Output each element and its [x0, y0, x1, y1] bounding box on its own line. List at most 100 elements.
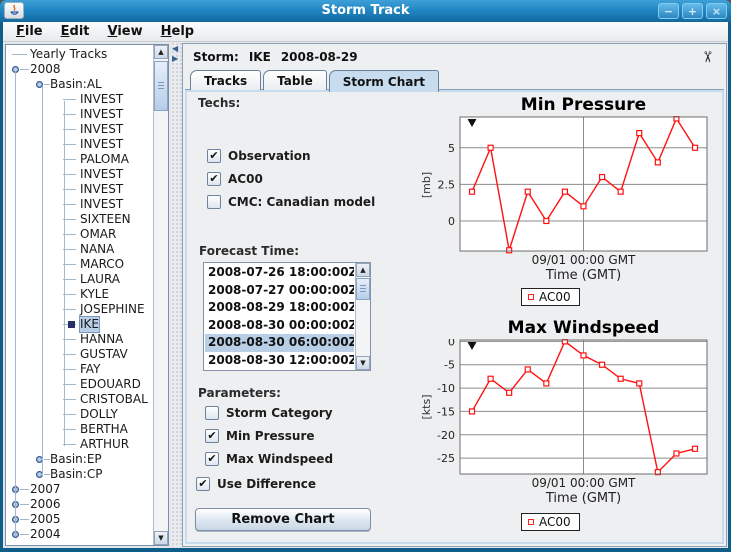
- tree-item-label: GUSTAV: [80, 347, 128, 362]
- tree-item-paloma[interactable]: PALOMA: [6, 152, 152, 167]
- tree-item-gustav[interactable]: GUSTAV: [6, 347, 152, 362]
- checkbox-checked-icon[interactable]: ✔: [207, 149, 221, 163]
- tree-guide-line: [64, 101, 65, 446]
- tree-item-ike[interactable]: IKE: [6, 317, 152, 332]
- menu-bar: FileEditViewHelp: [3, 22, 728, 42]
- checkbox-checked-icon[interactable]: ✔: [205, 429, 219, 443]
- close-button[interactable]: ×: [706, 3, 727, 19]
- tree-item-invest[interactable]: INVEST: [6, 137, 152, 152]
- tree-item-fay[interactable]: FAY: [6, 362, 152, 377]
- tree-item-basin-ep[interactable]: Basin:EP: [6, 452, 152, 467]
- tree-item-dolly[interactable]: DOLLY: [6, 407, 152, 422]
- checkbox-label: Observation: [228, 149, 311, 163]
- tree-item-sixteen[interactable]: SIXTEEN: [6, 212, 152, 227]
- tree-item-label: BERTHA: [80, 422, 128, 437]
- forecast-time-item[interactable]: 2008-07-26 18:00:00Z: [205, 264, 354, 282]
- scroll-up-icon[interactable]: ▲: [154, 45, 168, 59]
- menu-help[interactable]: Help: [152, 24, 203, 39]
- tree-item-marco[interactable]: MARCO: [6, 257, 152, 272]
- tree-item-kyle[interactable]: KYLE: [6, 287, 152, 302]
- chart2-xlabel: Time (GMT): [460, 491, 707, 506]
- tree-item-basin-cp[interactable]: Basin:CP: [6, 467, 152, 482]
- forecast-time-item[interactable]: 2008-08-30 06:00:00Z: [205, 334, 354, 352]
- tree-item-basin-al[interactable]: Basin:AL: [6, 77, 152, 92]
- storm-date: 2008-08-29: [281, 50, 358, 64]
- forecast-time-item[interactable]: 2008-08-30 12:00:00Z: [205, 352, 354, 369]
- checkbox-checked-icon[interactable]: ✔: [207, 172, 221, 186]
- tree-item-2008[interactable]: 2008: [6, 62, 152, 77]
- cut-button[interactable]: ✂: [697, 47, 717, 67]
- forecast-time-item[interactable]: 2008-08-30 00:00:00Z: [205, 317, 354, 335]
- parameter-checkbox-max-windspeed[interactable]: ✔ Max Windspeed: [205, 447, 333, 470]
- tree-item-2006[interactable]: 2006: [6, 497, 152, 512]
- forecast-time-list[interactable]: 2008-07-26 18:00:00Z2008-07-27 00:00:00Z…: [203, 262, 371, 371]
- tab-table[interactable]: Table: [263, 70, 327, 90]
- tree-item-invest[interactable]: INVEST: [6, 122, 152, 137]
- svg-text:0: 0: [448, 215, 455, 228]
- storm-header: Storm: IKE 2008-08-29: [193, 50, 358, 64]
- menu-file[interactable]: File: [7, 24, 52, 39]
- split-pane-divider[interactable]: ◀ ▶: [171, 42, 182, 548]
- remove-chart-button[interactable]: Remove Chart: [195, 508, 371, 531]
- tree-item-label: 2006: [30, 497, 61, 512]
- legend-marker-icon: [528, 294, 534, 300]
- checkbox-unchecked-icon[interactable]: [205, 406, 219, 420]
- tree-item-label: IKE: [80, 317, 99, 332]
- tree-item-yearly-tracks[interactable]: Yearly Tracks: [6, 47, 152, 62]
- forecast-time-item[interactable]: 2008-07-27 00:00:00Z: [205, 282, 354, 300]
- tree-item-label: INVEST: [80, 92, 123, 107]
- parameter-checkbox-storm-category[interactable]: Storm Category: [205, 401, 333, 424]
- scissors-icon: ✂: [698, 51, 716, 64]
- menu-edit[interactable]: Edit: [52, 24, 99, 39]
- checkbox-unchecked-icon[interactable]: [207, 195, 221, 209]
- tree-item-invest[interactable]: INVEST: [6, 197, 152, 212]
- scroll-up-icon[interactable]: ▲: [356, 263, 370, 277]
- parameter-checkbox-min-pressure[interactable]: ✔Min Pressure: [205, 424, 333, 447]
- tree-item-edouard[interactable]: EDOUARD: [6, 377, 152, 392]
- tree-item-invest[interactable]: INVEST: [6, 92, 152, 107]
- forecast-time-item[interactable]: 2008-08-29 18:00:00Z: [205, 299, 354, 317]
- collapse-left-icon[interactable]: ◀: [172, 45, 178, 53]
- tree-item-2004[interactable]: 2004: [6, 527, 152, 542]
- checkbox-label: Storm Category: [226, 406, 333, 420]
- minimize-button[interactable]: −: [658, 3, 679, 19]
- tab-tracks[interactable]: Tracks: [190, 70, 261, 90]
- storm-name: IKE: [249, 50, 271, 64]
- collapse-right-icon[interactable]: ▶: [172, 55, 178, 63]
- tech-checkbox-ac00[interactable]: ✔AC00: [207, 167, 375, 190]
- tree-item-2007[interactable]: 2007: [6, 482, 152, 497]
- forecast-scrollbar[interactable]: ▲ ▼: [355, 263, 370, 370]
- tree-scrollbar[interactable]: ▲ ▼: [153, 45, 168, 545]
- maximize-button[interactable]: +: [682, 3, 703, 19]
- tree-scrollbar-thumb[interactable]: [154, 61, 168, 111]
- storm-track-window: Storm Track − + × FileEditViewHelp Yearl…: [0, 0, 731, 552]
- tree-item-omar[interactable]: OMAR: [6, 227, 152, 242]
- tree-item-label: JOSEPHINE: [80, 302, 145, 317]
- checkbox-label: Max Windspeed: [226, 452, 333, 466]
- tree-item-invest[interactable]: INVEST: [6, 167, 152, 182]
- tree-item-laura[interactable]: LAURA: [6, 272, 152, 287]
- scroll-down-icon[interactable]: ▼: [356, 356, 370, 370]
- tree-item-2005[interactable]: 2005: [6, 512, 152, 527]
- checkbox-checked-icon[interactable]: ✔: [196, 477, 210, 491]
- title-bar[interactable]: Storm Track − + ×: [0, 0, 731, 22]
- tree-item-nana[interactable]: NANA: [6, 242, 152, 257]
- forecast-scrollbar-thumb[interactable]: [356, 278, 370, 300]
- tree-item-cristobal[interactable]: CRISTOBAL: [6, 392, 152, 407]
- tree-item-label: NANA: [80, 242, 114, 257]
- max-windspeed-chart: 0-5-10-15-20-2509/01 00:00 GMT: [424, 339, 709, 492]
- tree-item-invest[interactable]: INVEST: [6, 182, 152, 197]
- tree-item-arthur[interactable]: ARTHUR: [6, 437, 152, 452]
- scroll-down-icon[interactable]: ▼: [154, 531, 168, 545]
- tech-checkbox-cmc-canadian-model[interactable]: CMC: Canadian model: [207, 190, 375, 213]
- menu-view[interactable]: View: [99, 24, 152, 39]
- tab-storm-chart[interactable]: Storm Chart: [329, 70, 439, 92]
- tree-item-josephine[interactable]: JOSEPHINE: [6, 302, 152, 317]
- tree-item-hanna[interactable]: HANNA: [6, 332, 152, 347]
- tech-checkbox-observation[interactable]: ✔ Observation: [207, 144, 375, 167]
- option-checkbox-use-difference[interactable]: ✔Use Difference: [196, 472, 316, 495]
- tree-item-bertha[interactable]: BERTHA: [6, 422, 152, 437]
- checkbox-checked-icon[interactable]: ✔: [205, 452, 219, 466]
- tree-item-invest[interactable]: INVEST: [6, 107, 152, 122]
- tree-line: [20, 504, 29, 505]
